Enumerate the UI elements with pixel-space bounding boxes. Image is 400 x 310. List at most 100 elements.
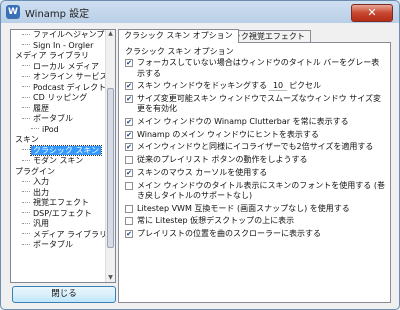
option-label: 従来のプレイリスト ボタンの動作をしようする xyxy=(137,155,308,165)
option-row[interactable]: ✔ サイズ変更可能スキン ウィンドウでスムーズなウィンドウ サイズ変更を有効化 xyxy=(125,94,387,115)
tree-item-label: ファイルヘジャンプ xyxy=(33,30,105,39)
option-label: サイズ変更可能スキン ウィンドウでスムーズなウィンドウ サイズ変更を有効化 xyxy=(137,93,381,114)
option-label: Litestep VWM 互換モード (画面スナップなし) を使用する xyxy=(137,203,350,213)
option-row[interactable]: 従来のプレイリスト ボタンの動作をしようする xyxy=(125,155,387,166)
tree-list: ファイルヘジャンプ Sign In - Orgler メディア ライブラリ ローカル … xyxy=(11,30,114,282)
dialog-body: ファイルヘジャンプ Sign In - Orgler メディア ライブラリ ローカル … xyxy=(6,25,394,305)
tree-connector xyxy=(22,86,30,88)
tab-classic-skin-options[interactable]: クラシック スキン オプション xyxy=(118,29,239,43)
tree-item[interactable]: メディア ライブラリ xyxy=(11,51,105,62)
tree-item[interactable]: DSP/エフェクト xyxy=(11,209,105,220)
tree-connector xyxy=(22,33,30,36)
option-row[interactable]: ✔ Winamp のメイン ウィンドウにヒントを表示する xyxy=(125,130,387,141)
tree-item[interactable]: モダン スキン xyxy=(11,156,105,167)
tree-item[interactable]: Podcast ディレクトリ xyxy=(11,83,114,94)
tree-item[interactable]: ファイルヘジャンプ xyxy=(11,30,105,41)
option-row[interactable]: 常に Litestep 仮想デスクトップの上に表示 xyxy=(125,216,387,227)
option-label: Winamp のメイン ウィンドウにヒントを表示する xyxy=(137,129,319,139)
settings-window: W Winamp 設定 ✕ ファイルヘジャンプ Sign In - Orgler メ… xyxy=(0,0,400,310)
tree-item-label: CD リッピング xyxy=(33,93,88,102)
settings-tree[interactable]: ファイルヘジャンプ Sign In - Orgler メディア ライブラリ ローカル … xyxy=(10,29,116,283)
dock-distance-input[interactable]: 10 xyxy=(269,81,288,92)
option-checkbox[interactable] xyxy=(125,181,133,190)
tree-item-label: iPod xyxy=(42,124,59,134)
tree-item[interactable]: ローカル メディア xyxy=(11,62,105,73)
tree-item[interactable]: 出力 xyxy=(11,188,105,199)
option-checkbox[interactable]: ✔ xyxy=(125,118,133,127)
tree-item[interactable]: スキン xyxy=(11,135,105,146)
option-label: メイン ウィンドウの Winamp Clutterbar を常に表示する xyxy=(137,117,349,127)
option-checkbox[interactable]: ✔ xyxy=(125,168,133,177)
tree-item[interactable]: オンライン サービス xyxy=(11,72,108,83)
tree-item-label: プラグイン xyxy=(15,166,55,176)
close-dialog-button[interactable]: 閉じる xyxy=(12,286,116,303)
option-row[interactable]: ✔ プレイリストの位置を曲のスクローラーに表示する xyxy=(125,229,387,240)
tree-connector xyxy=(22,191,30,193)
option-row[interactable]: メイン ウィンドウのタイトル表示にスキンのフォントを使用する (巻き戻しタイトル… xyxy=(125,181,387,202)
tree-item-label: 出力 xyxy=(33,187,49,197)
tree-item[interactable]: メディア ライブラリ xyxy=(11,230,107,241)
option-row[interactable]: ✔ スキンのマウス カーソルを使用する xyxy=(125,168,387,179)
option-label: 常に Litestep 仮想デスクトップの上に表示 xyxy=(137,216,295,226)
tree-item[interactable]: Sign In - Orgler xyxy=(11,41,105,52)
tree-connector xyxy=(22,201,30,204)
tree-item[interactable]: プラグイン xyxy=(11,167,105,178)
option-checkbox[interactable]: ✔ xyxy=(125,82,133,91)
tree-item[interactable]: iPod xyxy=(11,125,105,136)
option-checkbox[interactable] xyxy=(125,156,133,165)
option-label: プレイリストの位置を曲のスクローラーに表示する xyxy=(137,229,321,239)
option-row[interactable]: ✔ スキン ウィンドウをドッキングする 10 ピクセル xyxy=(125,81,387,92)
tree-connector xyxy=(31,128,39,130)
tree-connector xyxy=(22,222,30,225)
tree-item-label: オンライン サービス xyxy=(33,72,108,81)
tree-item[interactable]: 汎用 xyxy=(11,219,105,230)
tree-item[interactable]: 履歴 xyxy=(11,104,105,115)
option-checkbox[interactable] xyxy=(125,204,133,213)
option-checkbox[interactable]: ✔ xyxy=(125,94,133,103)
scroll-down-icon[interactable]: ▼ xyxy=(107,274,114,282)
tree-item[interactable]: ポータブル xyxy=(11,240,105,251)
option-checkbox[interactable]: ✔ xyxy=(125,143,133,152)
tree-connector xyxy=(22,233,30,235)
tree-connector xyxy=(22,180,30,183)
scroll-up-icon[interactable]: ▲ xyxy=(107,30,114,38)
option-label: フォーカスしていない場合はウィンドウのタイトル バーをグレー表示する xyxy=(137,58,380,78)
tree-item[interactable]: CD リッピング xyxy=(11,93,105,104)
tree-item[interactable]: クラシック スキン xyxy=(11,144,105,157)
option-row[interactable]: Litestep VWM 互換モード (画面スナップなし) を使用する xyxy=(125,204,387,215)
option-row[interactable]: ✔ メイン ウィンドウの Winamp Clutterbar を常に表示する xyxy=(125,117,387,128)
tree-item-label: モダン スキン xyxy=(33,156,84,165)
option-checkbox[interactable]: ✔ xyxy=(125,59,133,67)
group-label: クラシック スキン オプション xyxy=(125,47,234,56)
tree-item-label: クラシック スキン xyxy=(29,144,103,156)
option-row[interactable]: ✔ フォーカスしていない場合はウィンドウのタイトル バーをグレー表示する xyxy=(125,58,387,79)
option-row[interactable]: ✔ メインウィンドウと同様にイコライザーでも2倍サイズを適用する xyxy=(125,142,387,153)
tree-item[interactable]: 入力 xyxy=(11,177,105,188)
option-label: スキンのマウス カーソルを使用する xyxy=(137,167,268,177)
option-checkbox[interactable] xyxy=(125,217,133,226)
options-panel: クラシック スキン オプション ✔ フォーカスしていない場合はウィンドウのタイトル… xyxy=(118,42,391,303)
tree-connector xyxy=(22,159,30,162)
tree-connector xyxy=(22,212,30,214)
option-label: メイン ウィンドウのタイトル表示にスキンのフォントを使用する (巻き戻しタイトル… xyxy=(137,180,385,201)
tree-item-label: 汎用 xyxy=(33,219,49,228)
scrollbar-thumb[interactable] xyxy=(107,88,114,248)
option-label: スキン ウィンドウをドッキングする xyxy=(137,81,268,91)
tree-connector xyxy=(22,149,30,151)
tree-item[interactable]: 視覚エフェクト xyxy=(11,198,105,209)
options-list: ✔ フォーカスしていない場合はウィンドウのタイトル バーをグレー表示する ✔ スキン … xyxy=(125,58,387,242)
title-bar[interactable]: W Winamp 設定 ✕ xyxy=(1,1,399,23)
tree-connector xyxy=(22,44,30,46)
option-checkbox[interactable]: ✔ xyxy=(125,130,133,139)
tree-item[interactable]: ポータブル xyxy=(11,114,105,125)
tree-item-label: メディア ライブラリ xyxy=(15,51,89,60)
tree-connector xyxy=(22,96,30,99)
tree-item-label: メディア ライブラリ xyxy=(33,229,107,239)
tree-connector xyxy=(22,75,30,78)
option-checkbox[interactable]: ✔ xyxy=(125,230,133,239)
tree-item-label: Sign In - Orgler xyxy=(33,40,94,50)
window-close-button[interactable]: ✕ xyxy=(351,4,393,22)
tree-connector xyxy=(22,107,30,109)
tree-scrollbar[interactable]: ▲ ▼ xyxy=(105,30,115,282)
option-label: メインウィンドウと同様にイコライザーでも2倍サイズを適用する xyxy=(137,142,374,152)
